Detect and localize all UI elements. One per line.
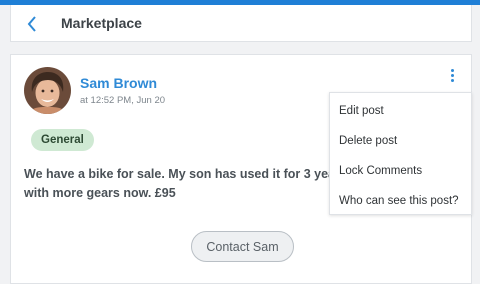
author-name[interactable]: Sam Brown bbox=[80, 75, 157, 91]
contact-button[interactable]: Contact Sam bbox=[191, 231, 294, 262]
post-body: We have a bike for sale. My son has used… bbox=[24, 165, 374, 203]
category-tag[interactable]: General bbox=[31, 129, 94, 151]
post-body-line: with more gears now. £95 bbox=[24, 186, 176, 200]
post-body-line: We have a bike for sale. My son has used… bbox=[24, 167, 347, 181]
menu-item-delete-post[interactable]: Delete post bbox=[330, 126, 471, 156]
menu-item-visibility[interactable]: Who can see this post? bbox=[330, 186, 471, 216]
back-button[interactable] bbox=[22, 14, 42, 34]
more-options-icon[interactable] bbox=[443, 65, 461, 85]
menu-item-lock-comments[interactable]: Lock Comments bbox=[330, 156, 471, 186]
chevron-left-icon bbox=[27, 16, 36, 32]
page-header: Marketplace bbox=[10, 5, 472, 42]
menu-item-edit-post[interactable]: Edit post bbox=[330, 96, 471, 126]
post-options-menu: Edit post Delete post Lock Comments Who … bbox=[329, 92, 472, 215]
avatar[interactable] bbox=[24, 67, 71, 114]
post-timestamp: at 12:52 PM, Jun 20 bbox=[80, 95, 166, 106]
page-title: Marketplace bbox=[61, 15, 142, 31]
